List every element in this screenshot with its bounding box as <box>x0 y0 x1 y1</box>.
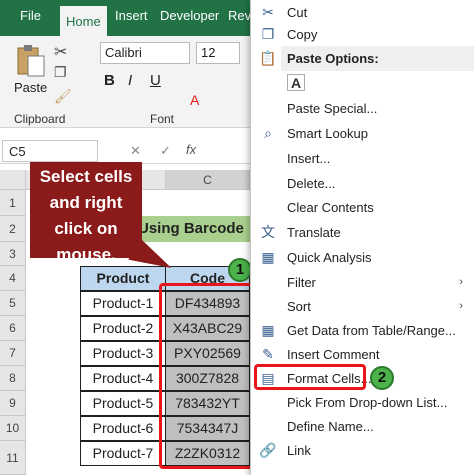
group-label-clipboard: Clipboard <box>14 112 66 126</box>
menu-item-clear-contents[interactable]: Clear Contents <box>251 195 474 220</box>
menu-item-paste-keep-format[interactable]: A <box>251 70 474 95</box>
selection-highlight-box <box>159 283 256 469</box>
menu-item-label: Cut <box>287 5 308 20</box>
menu-item-label: Link <box>287 443 311 458</box>
menu-item-quick-analysis[interactable]: ▦ Quick Analysis <box>251 245 474 270</box>
cancel-entry-icon[interactable]: ✕ <box>130 143 141 159</box>
paste-button-label[interactable]: Paste <box>14 80 47 95</box>
font-color-icon[interactable]: A <box>190 92 199 108</box>
comment-icon: ✎ <box>262 346 274 362</box>
tab-file[interactable]: File <box>20 8 41 23</box>
row-header-6[interactable]: 6 <box>0 316 26 341</box>
table-cell-product[interactable]: Product-7 <box>80 441 166 466</box>
menu-item-label: Paste Options: <box>287 51 379 66</box>
quick-analysis-icon: ▦ <box>261 249 275 265</box>
menu-item-paste-special[interactable]: Paste Special... <box>251 96 474 121</box>
menu-item-insert[interactable]: Insert... <box>251 146 474 171</box>
italic-icon[interactable]: I <box>128 72 132 89</box>
instruction-callout: Select cells and right click on mouse. <box>30 162 142 264</box>
tab-developer[interactable]: Developer <box>160 8 219 23</box>
menu-item-label: Get Data from Table/Range... <box>287 323 456 338</box>
row-header-2[interactable]: 2 <box>0 216 26 242</box>
menu-item-delete[interactable]: Delete... <box>251 171 474 196</box>
smart-lookup-icon: ⌕ <box>264 125 272 141</box>
menu-item-filter[interactable]: Filter › <box>251 270 474 295</box>
table-cell-product[interactable]: Product-2 <box>80 316 166 341</box>
translate-icon: 文 <box>261 224 275 240</box>
cut-icon[interactable]: ✂ <box>54 42 67 62</box>
menu-item-pick-from-drop-down-list[interactable]: Pick From Drop-down List... <box>251 390 474 415</box>
paste-icon[interactable] <box>12 44 48 78</box>
table-cell-product[interactable]: Product-1 <box>80 291 166 316</box>
format-cells-highlight-box <box>254 364 366 390</box>
column-header-c[interactable]: C <box>166 170 250 190</box>
paste-a-icon: A <box>287 74 305 91</box>
menu-item-label: Quick Analysis <box>287 250 372 265</box>
menu-item-label: Delete... <box>287 176 336 191</box>
table-icon: ▦ <box>261 322 275 338</box>
row-header-3[interactable]: 3 <box>0 242 26 266</box>
row-header-11[interactable]: 11 <box>0 441 26 475</box>
table-cell-product[interactable]: Product-5 <box>80 391 166 416</box>
menu-item-copy[interactable]: ❐ Copy <box>251 22 474 47</box>
menu-item-label: Insert... <box>287 151 331 166</box>
tab-insert[interactable]: Insert <box>115 8 148 23</box>
table-cell-product[interactable]: Product-6 <box>80 416 166 441</box>
row-header-4[interactable]: 4 <box>0 266 26 291</box>
clipboard-icon: 📋 <box>259 50 277 66</box>
underline-icon[interactable]: U <box>150 72 161 89</box>
menu-item-label: Paste Special... <box>287 101 378 116</box>
scissors-icon: ✂ <box>262 4 274 20</box>
format-painter-icon[interactable]: 🖌 <box>54 88 72 105</box>
copy-icon: ❐ <box>261 26 275 42</box>
select-all-corner[interactable] <box>0 170 26 190</box>
table-cell-product[interactable]: Product-4 <box>80 366 166 391</box>
row-header-7[interactable]: 7 <box>0 341 26 366</box>
menu-item-label: Smart Lookup <box>287 126 368 141</box>
menu-item-label: Insert Comment <box>287 347 380 362</box>
copy-icon[interactable]: ❐ <box>54 64 67 81</box>
insert-function-button[interactable]: fx <box>186 142 196 157</box>
link-icon: 🔗 <box>259 442 277 458</box>
group-label-font: Font <box>150 112 175 126</box>
confirm-entry-icon[interactable]: ✓ <box>160 143 171 159</box>
font-size-box[interactable]: 12 <box>196 42 240 64</box>
table-cell-product[interactable]: Product-3 <box>80 341 166 366</box>
chevron-right-icon: › <box>459 276 463 288</box>
sheet-title[interactable]: Using Barcode <box>124 216 250 242</box>
menu-item-label: Filter <box>287 275 316 290</box>
context-menu: ✂ Cut ❐ Copy 📋 Paste Options: A Paste Special..… <box>250 0 474 475</box>
menu-item-label: Pick From Drop-down List... <box>287 395 448 410</box>
chevron-right-icon: › <box>459 300 463 312</box>
font-name-box[interactable]: Calibri <box>100 42 190 64</box>
menu-item-label: Translate <box>287 225 341 240</box>
menu-item-label: Clear Contents <box>287 200 374 215</box>
menu-item-translate[interactable]: 文 Translate <box>251 220 474 245</box>
menu-item-define-name[interactable]: Define Name... <box>251 414 474 439</box>
row-header-5[interactable]: 5 <box>0 291 26 316</box>
row-header-10[interactable]: 10 <box>0 416 26 441</box>
menu-section-paste-options: 📋 Paste Options: <box>259 46 474 71</box>
tab-home[interactable]: Home <box>60 6 107 36</box>
menu-item-label: Define Name... <box>287 419 374 434</box>
row-header-9[interactable]: 9 <box>0 391 26 416</box>
row-header-8[interactable]: 8 <box>0 366 26 391</box>
step-badge-2: 2 <box>370 366 394 390</box>
step-badge-1: 1 <box>228 258 252 282</box>
menu-item-link[interactable]: 🔗 Link <box>251 438 474 463</box>
menu-item-smart-lookup[interactable]: ⌕ Smart Lookup <box>251 121 474 146</box>
bold-icon[interactable]: B <box>104 72 115 89</box>
row-header-1[interactable]: 1 <box>0 190 26 216</box>
menu-item-label: Sort <box>287 299 311 314</box>
menu-item-sort[interactable]: Sort › <box>251 294 474 319</box>
menu-item-label: Copy <box>287 27 318 42</box>
menu-item-get-data-from-table-range[interactable]: ▦ Get Data from Table/Range... <box>251 318 474 343</box>
name-box[interactable]: C5 <box>2 140 98 162</box>
